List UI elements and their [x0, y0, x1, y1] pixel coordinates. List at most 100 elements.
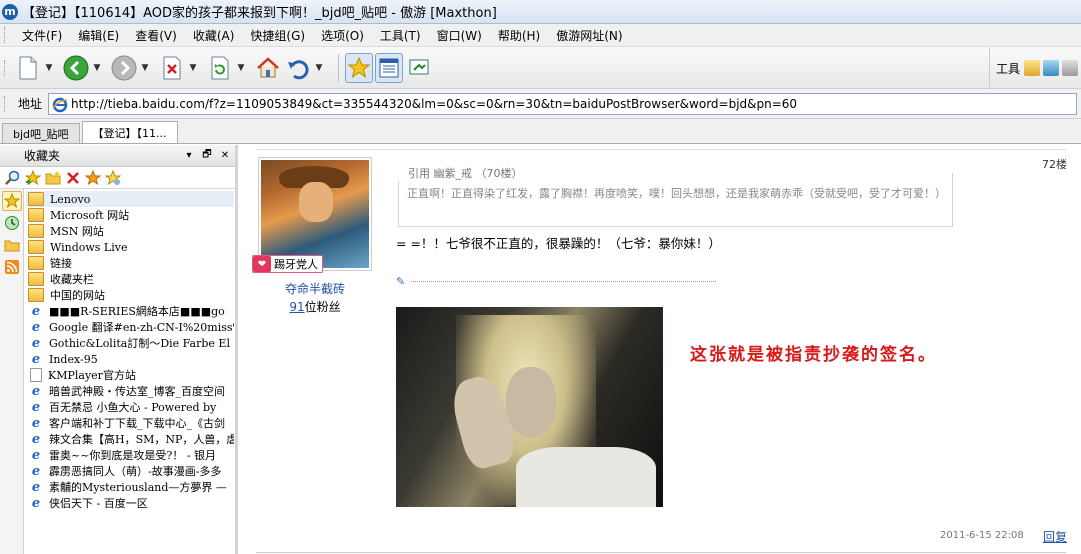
reply-link[interactable]: 回复 [1043, 528, 1067, 545]
panel-favorites-button[interactable] [2, 191, 22, 211]
favorite-label: Google 翻译#en-zh-CN-I%20miss% [49, 321, 234, 334]
signature-divider: ✎ [396, 275, 716, 288]
url-input[interactable]: http://tieba.baidu.com/f?z=1109053849&ct… [48, 92, 1077, 115]
menu-edit[interactable]: 编辑(E) [70, 27, 127, 44]
delete-favorite-button[interactable] [64, 169, 82, 187]
favorite-folder[interactable]: Windows Live [26, 239, 234, 255]
list-view-button[interactable] [375, 52, 403, 83]
add-favorite-button[interactable] [24, 169, 42, 187]
new-page-dropdown[interactable]: ▼ [44, 53, 54, 83]
favorite-item[interactable]: e 侠侣天下 - 百度一区 [26, 495, 234, 511]
ie-page-icon: e [31, 479, 41, 495]
undo-dropdown[interactable]: ▼ [314, 53, 324, 83]
favorite-item[interactable]: e ■■■R-SERIES網絡本店■■■go [26, 303, 234, 319]
favorite-folder[interactable]: Microsoft 网站 [26, 207, 234, 223]
tab-bjd-bar[interactable]: bjd吧_贴吧 [2, 123, 80, 143]
favorite-item[interactable]: e Gothic&Lolita訂制～Die Farbe El [26, 335, 234, 351]
home-button[interactable] [254, 53, 282, 83]
favorite-label: Microsoft 网站 [50, 209, 130, 222]
address-grip[interactable] [4, 95, 8, 112]
badge-label: 踢牙党人 [274, 258, 318, 271]
favorite-folder[interactable]: 收藏夹栏 [26, 271, 234, 287]
panel-folders-button[interactable] [2, 235, 22, 255]
ie-page-icon: e [31, 335, 41, 351]
stop-button[interactable] [158, 53, 186, 83]
menu-window[interactable]: 窗口(W) [429, 27, 490, 44]
restore-icon[interactable]: 🗗 [200, 149, 214, 163]
quote-box: 正直啊！正直得染了红发，露了胸襟！再度喷笑，噗！回头想想，还是我家萌赤乖（受就受… [398, 173, 953, 227]
favorite-item[interactable]: e 素黼的Mysteriousland—方夢界 — [26, 479, 234, 495]
menu-file[interactable]: 文件(F) [14, 27, 70, 44]
menu-options[interactable]: 选项(O) [313, 27, 372, 44]
sidebar-splitter[interactable] [235, 145, 238, 554]
fans-number-link[interactable]: 91 [289, 300, 304, 314]
new-page-button[interactable] [14, 53, 42, 83]
refresh-dropdown[interactable]: ▼ [236, 53, 246, 83]
favorite-item[interactable]: e 客户端和补丁下载_下载中心_《古剑 [26, 415, 234, 431]
favorite-item[interactable]: e Index-95 [26, 351, 234, 367]
user-avatar-frame[interactable] [258, 157, 372, 271]
undo-close-button[interactable] [284, 53, 312, 83]
back-icon [63, 55, 89, 80]
new-page-icon [19, 56, 37, 79]
favorites-options-button[interactable] [104, 169, 122, 187]
back-dropdown[interactable]: ▼ [92, 53, 102, 83]
favorite-label: 侠侣天下 - 百度一区 [49, 497, 148, 510]
image-shirt [516, 447, 656, 507]
favorite-folder[interactable]: 中国的网站 [26, 287, 234, 303]
menu-help[interactable]: 帮助(H) [490, 27, 548, 44]
panel-history-button[interactable] [2, 213, 22, 233]
new-folder-button[interactable] [44, 169, 62, 187]
search-favorites-button[interactable] [4, 169, 22, 187]
menu-grip[interactable] [4, 27, 8, 43]
favorite-item[interactable]: e Google 翻译#en-zh-CN-I%20miss% [26, 319, 234, 335]
star-icon [85, 169, 101, 185]
forward-dropdown[interactable]: ▼ [140, 53, 150, 83]
star-icon [4, 193, 20, 209]
pen-icon: ✎ [396, 275, 406, 288]
favorite-item[interactable]: e 暗兽武神殿・传达室_博客_百度空间 [26, 383, 234, 399]
menu-groups[interactable]: 快捷组(G) [242, 27, 313, 44]
favorite-item[interactable]: e 霹雳恶搞同人（萌）-故事漫画-多多 [26, 463, 234, 479]
member-badge[interactable]: ❤ 踢牙党人 [252, 255, 323, 273]
folder-tool-icon[interactable] [1024, 60, 1040, 76]
favorite-folder[interactable]: Lenovo [26, 191, 234, 207]
favorite-label: 雷奥~~你到底是攻是受?！ - 银月 [49, 449, 217, 462]
folder-icon [28, 224, 44, 238]
tab-registration-post[interactable]: 【登记】【11... [81, 121, 178, 143]
favorites-list: Lenovo Microsoft 网站 MSN 网站 Windows Live 链接 收藏… [26, 191, 234, 553]
organize-favorites-button[interactable] [84, 169, 102, 187]
close-icon[interactable]: ✕ [218, 149, 232, 163]
page-icon [30, 368, 42, 382]
user-name-link[interactable]: 夺命半截砖 [258, 280, 372, 297]
menu-favorites[interactable]: 收藏(A) [185, 27, 243, 44]
favorite-label: MSN 网站 [50, 225, 104, 238]
favorite-folder[interactable]: MSN 网站 [26, 223, 234, 239]
favorites-toggle-button[interactable] [345, 52, 373, 83]
main-toolbar: ▼ ▼ ▼ ▼ ▼ ▼ 工具 [0, 47, 1081, 89]
toolbar-grip[interactable] [4, 59, 8, 76]
sidebar-panel-switcher [0, 189, 24, 554]
favorite-label: Lenovo [50, 192, 91, 206]
menu-view[interactable]: 查看(V) [127, 27, 185, 44]
stop-dropdown[interactable]: ▼ [188, 53, 198, 83]
back-button[interactable] [62, 53, 90, 83]
menu-tools[interactable]: 工具(T) [372, 27, 429, 44]
picture-tool-icon[interactable] [1043, 60, 1059, 76]
folder-icon [28, 240, 44, 254]
refresh-button[interactable] [206, 53, 234, 83]
favorite-item[interactable]: e 雷奥~~你到底是攻是受?！ - 银月 [26, 447, 234, 463]
avatar [261, 160, 369, 268]
favorite-item[interactable]: KMPlayer官方站 [26, 367, 234, 383]
url-text: http://tieba.baidu.com/f?z=1109053849&ct… [71, 96, 798, 111]
panel-rss-button[interactable] [2, 257, 22, 277]
favorite-label: 链接 [50, 257, 72, 270]
favorite-folder[interactable]: 链接 [26, 255, 234, 271]
chevron-down-icon[interactable]: ▾ [182, 149, 196, 163]
menu-maxthon-sites[interactable]: 傲游网址(N) [548, 27, 630, 44]
forward-button[interactable] [110, 53, 138, 83]
favorite-item[interactable]: e 辣文合集【高H，SM，NP，人兽，虐 [26, 431, 234, 447]
screen-capture-button[interactable] [405, 53, 433, 83]
favorite-item[interactable]: e 百无禁忌 小鱼大心 - Powered by [26, 399, 234, 415]
settings-tool-icon[interactable] [1062, 60, 1078, 76]
